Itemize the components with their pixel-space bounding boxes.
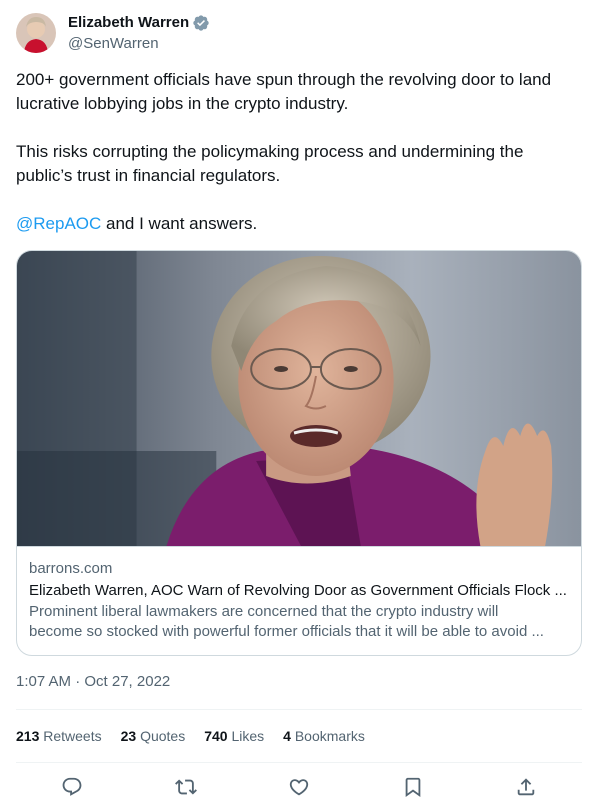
divider: [16, 762, 582, 763]
author-names: Elizabeth Warren @SenWarren: [68, 13, 210, 54]
tweet-paragraph-2: This risks corrupting the policymaking p…: [16, 142, 524, 185]
tweet-paragraph-3-text: and I want answers.: [101, 214, 258, 233]
card-meta[interactable]: barrons.com Elizabeth Warren, AOC Warn o…: [17, 546, 581, 655]
handle[interactable]: @SenWarren: [68, 34, 210, 54]
reply-icon[interactable]: [60, 775, 84, 799]
card-description-line-1: Prominent liberal lawmakers are concerne…: [29, 603, 499, 620]
avatar[interactable]: [16, 13, 56, 53]
tweet-header: Elizabeth Warren @SenWarren: [16, 11, 210, 55]
card-title: Elizabeth Warren, AOC Warn of Revolving …: [29, 582, 567, 599]
card-description: Prominent liberal lawmakers are concerne…: [29, 602, 569, 642]
display-name[interactable]: Elizabeth Warren: [68, 14, 189, 31]
engagement-stats: 213 Retweets 23 Quotes 740 Likes 4 Bookm…: [16, 724, 384, 748]
quotes-stat[interactable]: 23 Quotes: [121, 728, 186, 744]
bookmarks-stat[interactable]: 4 Bookmarks: [283, 728, 365, 744]
card-description-line-2: become so stocked with powerful former o…: [29, 623, 544, 640]
retweet-icon[interactable]: [174, 775, 198, 799]
like-icon[interactable]: [287, 775, 311, 799]
verified-badge-icon: [192, 14, 210, 32]
link-card[interactable]: barrons.com Elizabeth Warren, AOC Warn o…: [16, 250, 582, 656]
tweet-timestamp[interactable]: 1:07 AM · Oct 27, 2022: [16, 672, 170, 692]
card-image[interactable]: [17, 251, 581, 546]
share-icon[interactable]: [514, 775, 538, 799]
tweet-paragraph-3: @RepAOC and I want answers.: [16, 212, 582, 236]
tweet-paragraph-1: 200+ government officials have spun thro…: [16, 70, 552, 113]
likes-stat[interactable]: 740 Likes: [204, 728, 264, 744]
bookmark-icon[interactable]: [401, 775, 425, 799]
retweets-stat[interactable]: 213 Retweets: [16, 728, 102, 744]
card-domain: barrons.com: [29, 560, 113, 577]
divider: [16, 709, 582, 710]
mention-link[interactable]: @RepAOC: [16, 214, 101, 233]
tweet-text: 200+ government officials have spun thro…: [16, 68, 582, 236]
action-bar: [16, 768, 582, 806]
